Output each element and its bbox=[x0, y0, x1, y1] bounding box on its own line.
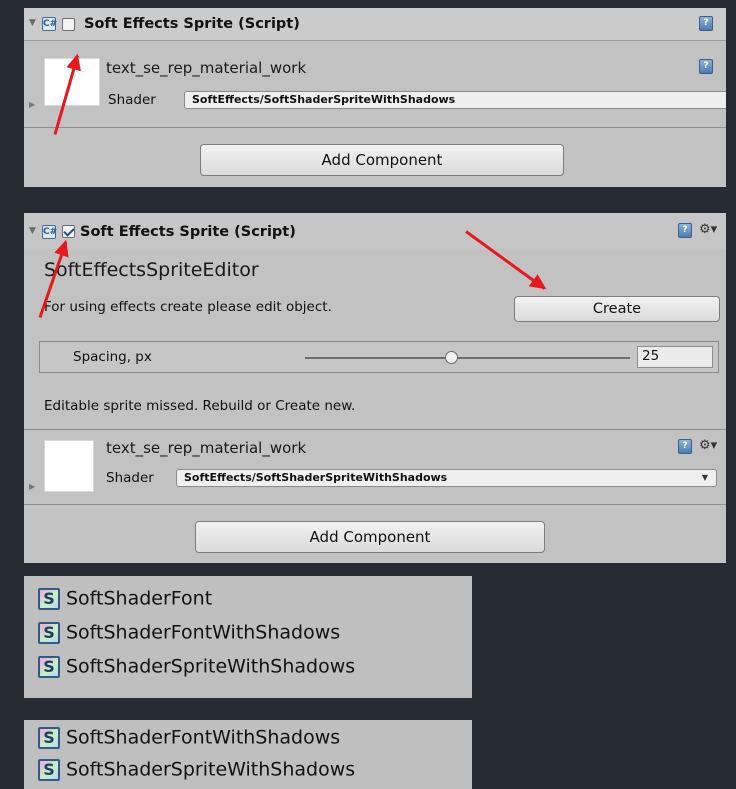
shader-label: Shader bbox=[108, 92, 156, 108]
spacing-slider-thumb[interactable] bbox=[445, 351, 459, 364]
list-item[interactable]: S SoftShaderFontWithShadows bbox=[38, 621, 340, 647]
list-item-label: SoftShaderFont bbox=[66, 587, 213, 610]
list-item-label: SoftShaderFontWithShadows bbox=[66, 621, 341, 644]
shader-dropdown[interactable]: SoftEffects/SoftShaderSpriteWithShadows bbox=[184, 91, 726, 109]
list-item[interactable]: S SoftShaderFont bbox=[38, 587, 212, 613]
inspector-panel-1: ▼ C# Soft Effects Sprite (Script) ? ▶ te… bbox=[24, 8, 726, 187]
script-icon: C# bbox=[42, 17, 58, 31]
expand-arrow-icon[interactable]: ▶ bbox=[29, 100, 35, 109]
shader-list-1: S SoftShaderFont S SoftShaderFontWithShado… bbox=[24, 576, 472, 698]
inspector-panel-2: ▼ C# Soft Effects Sprite (Script) ? ⚙▾ S… bbox=[24, 213, 726, 563]
shader-label: Shader bbox=[106, 470, 154, 486]
foldout-arrow-icon[interactable]: ▼ bbox=[29, 18, 36, 28]
script-icon: C# bbox=[42, 225, 58, 239]
material-section: ▶ text_se_rep_material_work ? Shader Sof… bbox=[24, 42, 726, 122]
shader-script-icon: S bbox=[38, 587, 60, 610]
material-help-icon[interactable]: ? bbox=[678, 439, 692, 454]
missing-sprite-text: Editable sprite missed. Rebuild or Creat… bbox=[44, 398, 356, 414]
separator bbox=[24, 504, 726, 505]
material-gear-icon[interactable]: ⚙▾ bbox=[699, 438, 717, 453]
help-icon[interactable]: ? bbox=[678, 223, 692, 238]
create-button[interactable]: Create bbox=[514, 296, 720, 322]
component-enabled-checkbox[interactable] bbox=[62, 225, 75, 238]
component-header[interactable]: ▼ C# Soft Effects Sprite (Script) ? bbox=[24, 8, 726, 41]
material-help-icon[interactable]: ? bbox=[699, 59, 713, 74]
spacing-value-field[interactable]: 25 bbox=[637, 346, 713, 368]
info-text: For using effects create please edit obj… bbox=[44, 299, 332, 315]
shader-value: SoftEffects/SoftShaderSpriteWithShadows bbox=[184, 471, 448, 484]
component-enabled-checkbox[interactable] bbox=[62, 18, 75, 31]
component-title: Soft Effects Sprite (Script) bbox=[84, 16, 300, 32]
separator bbox=[24, 127, 726, 128]
material-name: text_se_rep_material_work bbox=[106, 439, 307, 457]
shader-script-icon: S bbox=[38, 758, 60, 781]
list-item[interactable]: S SoftShaderSpriteWithShadows bbox=[38, 655, 355, 681]
help-icon[interactable]: ? bbox=[699, 16, 713, 31]
spacing-label: Spacing, px bbox=[73, 349, 152, 365]
component-header[interactable]: ▼ C# Soft Effects Sprite (Script) ? ⚙▾ bbox=[24, 213, 726, 249]
list-item[interactable]: S SoftShaderFontWithShadows bbox=[38, 726, 340, 752]
shader-script-icon: S bbox=[38, 655, 60, 678]
shader-dropdown[interactable]: SoftEffects/SoftShaderSpriteWithShadows … bbox=[176, 469, 717, 487]
component-title: Soft Effects Sprite (Script) bbox=[80, 224, 296, 240]
gear-icon[interactable]: ⚙▾ bbox=[699, 222, 717, 237]
material-name: text_se_rep_material_work bbox=[106, 59, 307, 77]
foldout-arrow-icon[interactable]: ▼ bbox=[29, 226, 36, 236]
list-item-label: SoftShaderFontWithShadows bbox=[66, 726, 341, 749]
list-item-label: SoftShaderSpriteWithShadows bbox=[66, 758, 356, 781]
material-preview bbox=[44, 440, 94, 492]
list-item-label: SoftShaderSpriteWithShadows bbox=[66, 655, 356, 678]
spacing-row: Spacing, px 25 bbox=[39, 341, 719, 373]
chevron-down-icon: ▼ bbox=[701, 473, 708, 482]
shader-script-icon: S bbox=[38, 621, 60, 644]
spacing-slider-track[interactable] bbox=[305, 357, 630, 359]
expand-arrow-icon[interactable]: ▶ bbox=[29, 482, 35, 491]
list-item[interactable]: S SoftShaderSpriteWithShadows bbox=[38, 758, 355, 784]
material-section: ▶ text_se_rep_material_work ? ⚙▾ Shader … bbox=[24, 430, 726, 500]
shader-list-2: S SoftShaderFontWithShadows S SoftShaderSp… bbox=[24, 720, 472, 789]
shader-script-icon: S bbox=[38, 726, 60, 749]
add-component-button[interactable]: Add Component bbox=[195, 521, 545, 553]
add-component-button[interactable]: Add Component bbox=[200, 144, 564, 176]
editor-title: SoftEffectsSpriteEditor bbox=[44, 259, 259, 281]
shader-value: SoftEffects/SoftShaderSpriteWithShadows bbox=[192, 93, 456, 106]
